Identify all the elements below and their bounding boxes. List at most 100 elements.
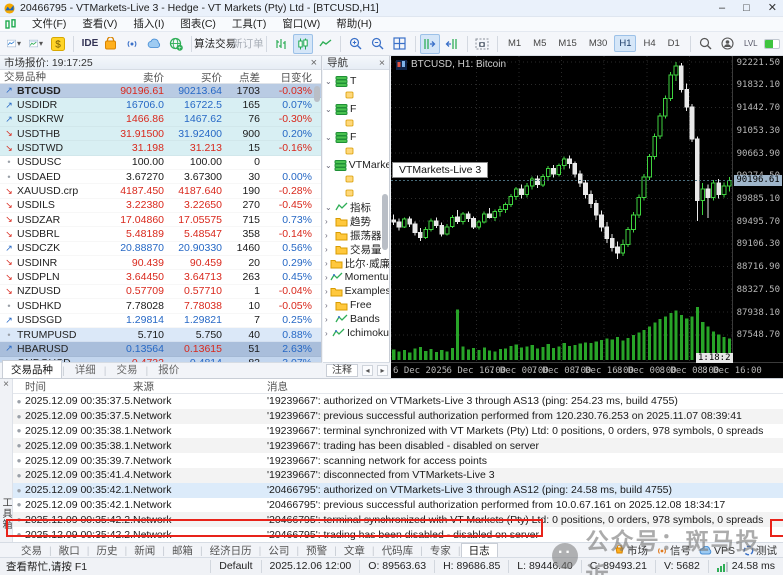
- tool-信号[interactable]: 信号: [656, 543, 691, 558]
- market-watch-row[interactable]: ↘NZDUSD0.577090.577101-0.04%: [0, 285, 321, 299]
- journal-row[interactable]: ●2025.12.09 00:35:42.2...Network'2046679…: [13, 527, 783, 542]
- journal-row[interactable]: ●2025.12.09 00:35:37.5...Network'1923966…: [13, 394, 783, 409]
- navigator-close-icon[interactable]: ×: [379, 57, 385, 69]
- market-watch-row[interactable]: ↘USDILS3.223803.22650270-0.45%: [0, 199, 321, 213]
- navigator-item[interactable]: [323, 88, 389, 102]
- market-watch-column-headers[interactable]: 交易品种卖价买价点差日变化: [0, 70, 321, 84]
- market-watch-scrollbar[interactable]: [314, 86, 320, 102]
- tile-windows-button[interactable]: [390, 34, 410, 54]
- navigator-item[interactable]: ⌄F: [323, 130, 389, 144]
- journal-row[interactable]: ●2025.12.09 00:35:37.5...Network'1923966…: [13, 409, 783, 424]
- navigator-item[interactable]: ⌄F: [323, 102, 389, 116]
- journal-column-1[interactable]: 来源: [133, 379, 267, 394]
- column-header-4[interactable]: 日变化: [260, 70, 316, 83]
- journal-row[interactable]: ●2025.12.09 00:35:42.2...Network'2046679…: [13, 512, 783, 527]
- timeframe-button-M30[interactable]: M30: [584, 35, 612, 52]
- toolbox-tab-交易[interactable]: 交易: [14, 543, 49, 558]
- navigator-item[interactable]: ›Momentum: [323, 270, 389, 284]
- toolbox-tab-预警[interactable]: 预警: [299, 543, 334, 558]
- journal-row[interactable]: ●2025.12.09 00:35:39.7...Network'1923966…: [13, 453, 783, 468]
- navigator-item[interactable]: ›比尔·威廉姆斯: [323, 256, 389, 270]
- close-button[interactable]: ✕: [768, 0, 777, 17]
- market-watch-row[interactable]: •USDAED3.672703.67300300.00%: [0, 170, 321, 184]
- chevron-icon[interactable]: ›: [325, 259, 328, 268]
- toolbox-tab-历史[interactable]: 历史: [89, 543, 124, 558]
- market-watch-row[interactable]: •TRUMPUSD5.7105.750400.88%: [0, 328, 321, 342]
- market-watch-tab-0[interactable]: 交易品种: [2, 360, 62, 378]
- navigator-item[interactable]: [323, 144, 389, 158]
- navigator-item[interactable]: [323, 172, 389, 186]
- market-watch-tab-3[interactable]: 报价: [150, 361, 187, 378]
- market-watch-row[interactable]: ↗USDCZK20.8887020.9033014600.56%: [0, 242, 321, 256]
- zoom-in-button[interactable]: [346, 34, 366, 54]
- chevron-icon[interactable]: ›: [325, 329, 330, 338]
- journal-column-headers[interactable]: 时间来源消息: [13, 379, 783, 394]
- timeframe-button-H4[interactable]: H4: [638, 35, 660, 52]
- chevron-icon[interactable]: ›: [325, 231, 333, 240]
- navigator-item[interactable]: ›Bands: [323, 312, 389, 326]
- timeframe-button-M15[interactable]: M15: [553, 35, 581, 52]
- chevron-icon[interactable]: ›: [325, 287, 328, 296]
- scroll-left-icon[interactable]: ◂: [362, 365, 373, 376]
- market-watch-row[interactable]: ↘USDBRL5.481895.48547358-0.14%: [0, 227, 321, 241]
- market-watch-row[interactable]: ↘USDTHB31.9150031.924009000.20%: [0, 127, 321, 141]
- toolbox-tab-公司[interactable]: 公司: [261, 543, 296, 558]
- chevron-icon[interactable]: ⌄: [325, 105, 333, 114]
- market-watch-row[interactable]: ↗USDKRW1466.861467.6276-0.30%: [0, 113, 321, 127]
- menu-item-工具(T)[interactable]: 工具(T): [224, 17, 274, 32]
- community-button[interactable]: +: [166, 34, 186, 54]
- toolbox-tab-日志[interactable]: 日志: [461, 543, 498, 558]
- zoom-out-button[interactable]: [368, 34, 388, 54]
- chevron-icon[interactable]: ⌄: [325, 203, 333, 212]
- chart-shift-button[interactable]: [442, 34, 462, 54]
- charts-toolbar-button[interactable]: ▾: [26, 34, 46, 54]
- new-order-button[interactable]: 新订单: [232, 34, 260, 54]
- market-watch-row[interactable]: ↗USDSGD1.298141.2982170.25%: [0, 314, 321, 328]
- navigator-item[interactable]: ⌄VTMarkets-Live 3: [323, 158, 389, 172]
- search-button[interactable]: [695, 34, 715, 54]
- menu-item-图表(C)[interactable]: 图表(C): [172, 17, 224, 32]
- toolbox-tab-代码库[interactable]: 代码库: [375, 543, 421, 558]
- market-watch-tab-1[interactable]: 详细: [67, 361, 104, 378]
- price-axis[interactable]: 92221.5091832.1091442.7091053.3090663.90…: [732, 56, 783, 362]
- vps-cloud-button[interactable]: [144, 34, 164, 54]
- journal-row[interactable]: ●2025.12.09 00:35:42.1...Network'2046679…: [13, 498, 783, 513]
- deposit-button[interactable]: $: [48, 34, 68, 54]
- journal-row[interactable]: ●2025.12.09 00:35:41.4...Network'1923966…: [13, 468, 783, 483]
- time-axis[interactable]: 6 Dec 20256 Dec 16:007 Dec 00:007 Dec 08…: [391, 362, 783, 378]
- market-watch-tab-2[interactable]: 交易: [108, 361, 145, 378]
- navigator-item[interactable]: ⌄指标: [323, 200, 389, 214]
- market-watch-row[interactable]: ↘USDINR90.43990.459200.29%: [0, 256, 321, 270]
- menu-item-窗口(W)[interactable]: 窗口(W): [274, 17, 328, 32]
- tool-市场[interactable]: 市场: [614, 543, 648, 558]
- toolbox-tab-专家[interactable]: 专家: [423, 543, 458, 558]
- market-watch-row[interactable]: ↘USDTWD31.19831.21315-0.16%: [0, 141, 321, 155]
- menu-item-文件(F)[interactable]: 文件(F): [24, 17, 74, 32]
- navigator-item[interactable]: ›交易量: [323, 242, 389, 256]
- algo-trading-button[interactable]: 算法交易: [197, 34, 230, 54]
- market-watch-row[interactable]: ↘USDZAR17.0486017.055757150.73%: [0, 213, 321, 227]
- toolbox-tab-经济日历[interactable]: 经济日历: [203, 543, 259, 558]
- candle-chart-mode-button[interactable]: [293, 34, 313, 54]
- navigator-item[interactable]: ›振荡器: [323, 228, 389, 242]
- chevron-icon[interactable]: ›: [325, 315, 333, 324]
- timeframe-button-H1[interactable]: H1: [614, 35, 636, 52]
- journal-row[interactable]: ●2025.12.09 00:35:42.1...Network'2046679…: [13, 483, 783, 498]
- column-header-2[interactable]: 买价: [164, 70, 222, 83]
- journal-column-2[interactable]: 消息: [267, 379, 783, 394]
- timeframe-button-M1[interactable]: M1: [503, 35, 526, 52]
- navigator-item[interactable]: ›Ichimoku: [323, 326, 389, 340]
- market-bag-button[interactable]: [100, 34, 120, 54]
- ide-button[interactable]: IDE: [78, 34, 98, 54]
- menu-item-插入(I)[interactable]: 插入(I): [125, 17, 172, 32]
- lvl-button[interactable]: LVL: [739, 34, 759, 54]
- journal-row[interactable]: ●2025.12.09 00:35:38.1...Network'1923966…: [13, 438, 783, 453]
- standard-toolbar-button[interactable]: ▾: [4, 34, 24, 54]
- maximize-button[interactable]: □: [743, 0, 750, 17]
- navigator-scrollbar[interactable]: [382, 194, 388, 250]
- auto-scroll-button[interactable]: [420, 34, 440, 54]
- chevron-icon[interactable]: ›: [325, 217, 333, 226]
- toolbox-tab-邮箱[interactable]: 邮箱: [165, 543, 200, 558]
- navigator-item[interactable]: [323, 186, 389, 200]
- tool-VPS[interactable]: VPS: [699, 545, 735, 557]
